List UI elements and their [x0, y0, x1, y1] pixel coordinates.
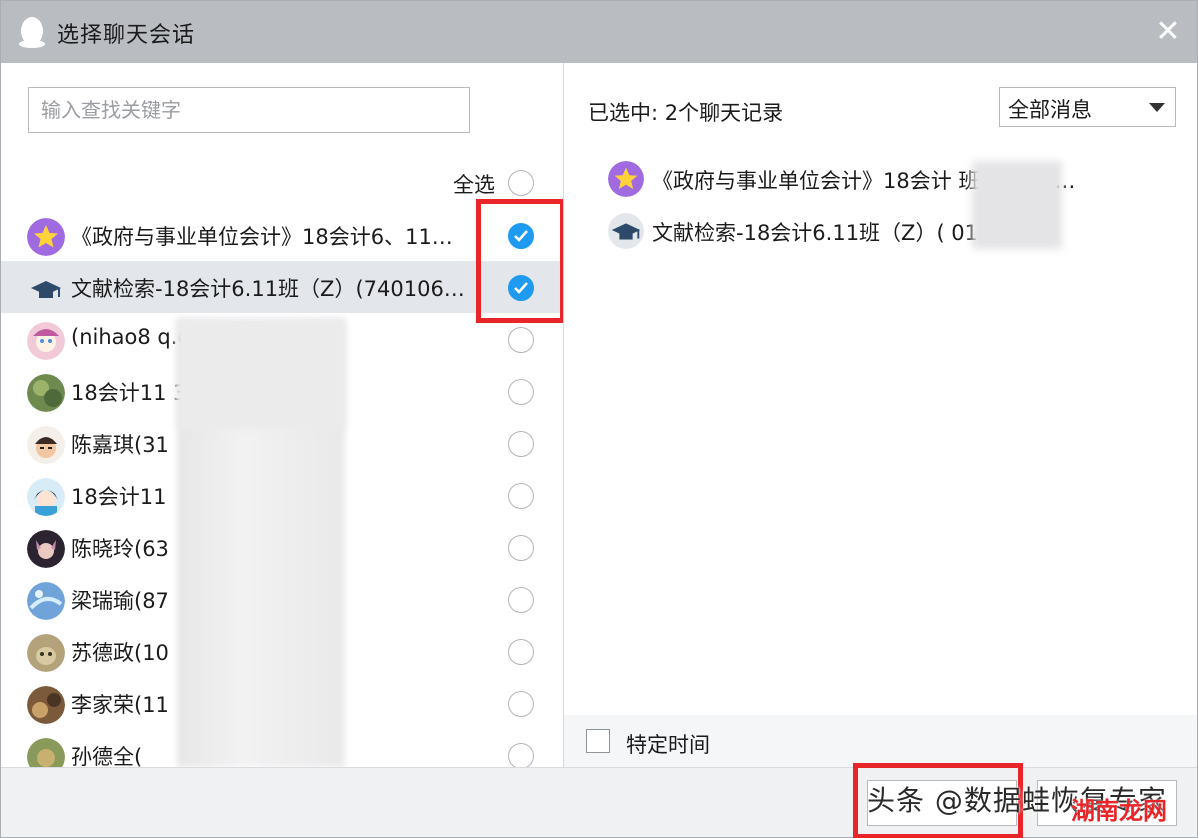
user-avatar-icon	[27, 374, 65, 412]
site-watermark: 湖南龙网	[1071, 797, 1167, 825]
list-item-label: 《政府与事业单位会计》18会计6、11…	[71, 225, 453, 249]
close-button[interactable]: ✕	[1149, 13, 1187, 51]
graduation-cap-avatar-icon	[27, 270, 65, 308]
item-check-radio[interactable]	[508, 327, 534, 353]
item-check-radio[interactable]	[508, 639, 534, 665]
time-filter-bar: 特定时间	[564, 715, 1197, 767]
selected-item[interactable]: 文献检索-18会计6.11班（Z）( 014)	[564, 207, 1197, 259]
selected-item-label: 文献检索-18会计6.11班（Z）( 014)	[652, 221, 1000, 245]
star-group-avatar-icon	[27, 218, 65, 256]
title-bar[interactable]: 选择聊天会话 ✕	[1, 1, 1197, 63]
selected-count-label: 已选中: 2个聊天记录	[588, 101, 784, 125]
select-all-label[interactable]: 全选	[453, 169, 495, 199]
user-avatar-icon	[27, 738, 65, 767]
item-check-radio[interactable]	[508, 431, 534, 457]
annotation-highlight-box	[476, 199, 565, 323]
select-all-radio[interactable]	[508, 170, 534, 196]
selected-item-label: 《政府与事业单位会计》18会计 班(54362…	[652, 169, 1076, 193]
graduation-cap-avatar-icon	[608, 213, 644, 249]
item-check-radio[interactable]	[508, 691, 534, 717]
item-check-radio[interactable]	[508, 587, 534, 613]
item-check-radio[interactable]	[508, 535, 534, 561]
user-avatar-icon	[27, 530, 65, 568]
user-avatar-icon	[27, 426, 65, 464]
item-check-radio[interactable]	[508, 483, 534, 509]
penguin-logo-icon	[19, 17, 45, 48]
user-avatar-icon	[27, 322, 65, 360]
chevron-down-icon	[1149, 103, 1165, 112]
chat-session-dialog: 选择聊天会话 ✕ 全选 《政府与事业单位会计》18会计6、11…	[0, 0, 1198, 838]
selected-pane: 已选中: 2个聊天记录 全部消息 《政府与事业单位会计》18会计 班(54362…	[564, 63, 1197, 715]
selected-list: 《政府与事业单位会计》18会计 班(54362… 文献检索-18会计6.11班（…	[564, 155, 1197, 259]
user-avatar-icon	[27, 478, 65, 516]
item-check-radio[interactable]	[508, 379, 534, 405]
filter-value: 全部消息	[1008, 98, 1092, 122]
privacy-blur-overlay	[972, 161, 1062, 249]
user-avatar-icon	[27, 686, 65, 724]
search-input[interactable]	[28, 87, 470, 133]
user-avatar-icon	[27, 582, 65, 620]
list-item-label: 文献检索-18会计6.11班（Z）(740106…	[71, 277, 465, 301]
selected-item[interactable]: 《政府与事业单位会计》18会计 班(54362…	[564, 155, 1197, 207]
item-check-radio[interactable]	[508, 743, 534, 767]
specific-time-checkbox[interactable]	[586, 729, 610, 753]
specific-time-label[interactable]: 特定时间	[626, 729, 710, 759]
window-title: 选择聊天会话	[57, 23, 196, 48]
user-avatar-icon	[27, 634, 65, 672]
privacy-blur-overlay	[177, 319, 345, 429]
star-group-avatar-icon	[608, 161, 644, 197]
message-filter-dropdown[interactable]: 全部消息	[999, 87, 1176, 127]
